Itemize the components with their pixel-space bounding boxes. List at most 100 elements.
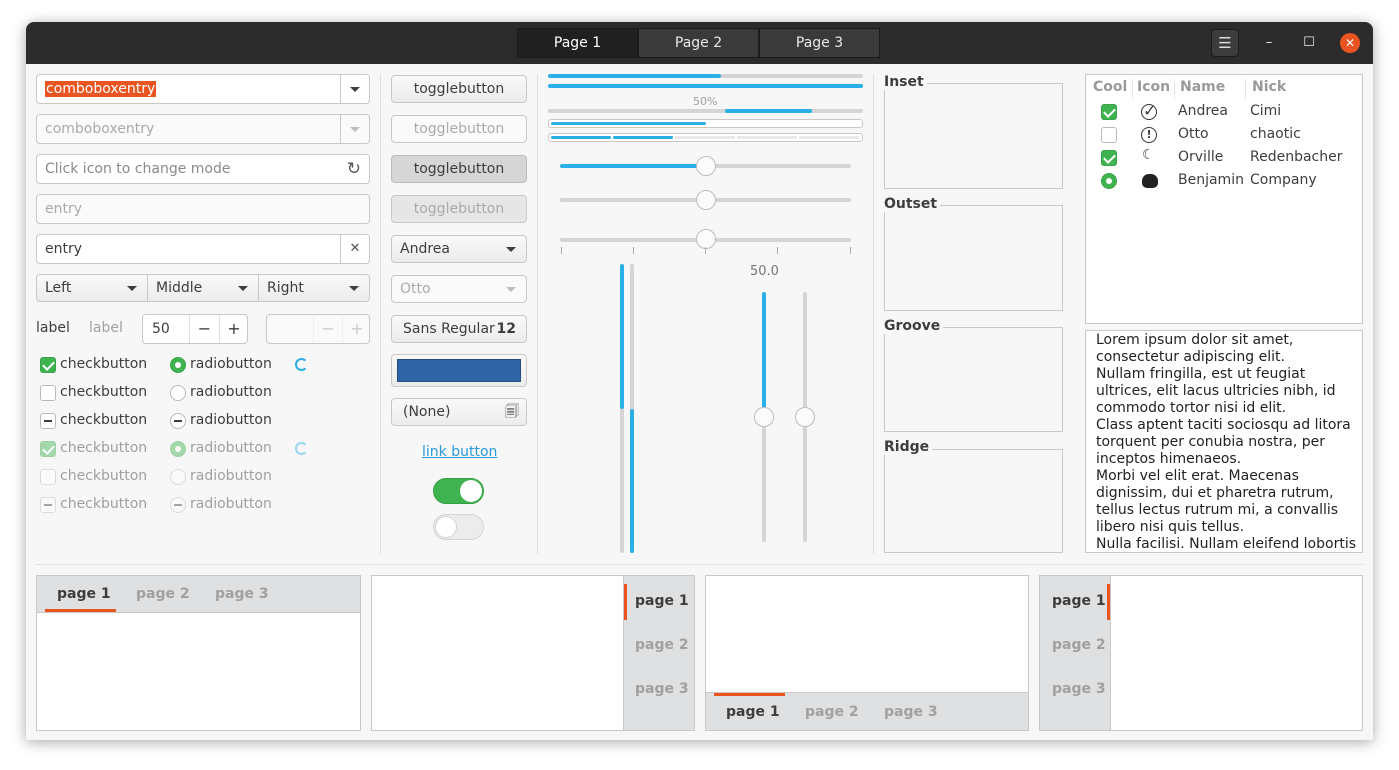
icon-entry-placeholder: Click icon to change mode — [45, 161, 231, 177]
hamburger-menu-icon[interactable]: ☰ — [1211, 29, 1239, 57]
cool-checkbox[interactable] — [1101, 104, 1117, 120]
close-icon[interactable]: ✕ — [1340, 33, 1360, 53]
chevron-down-icon — [238, 286, 248, 291]
cool-checkbox[interactable] — [1101, 127, 1117, 143]
toggle-button[interactable]: togglebutton — [391, 75, 527, 103]
active-tab-indicator — [45, 609, 116, 612]
font-button[interactable]: Sans Regular 12 — [391, 315, 527, 343]
radio-unchecked[interactable] — [170, 385, 186, 401]
vscale-2-handle[interactable] — [795, 407, 815, 427]
frame-inset — [884, 83, 1063, 189]
notebook-tab-page-2[interactable]: page 2 — [1052, 637, 1106, 653]
notebook-tab-strip: page 1 page 2 page 3 — [1040, 576, 1111, 730]
notebook-tab-page-1[interactable]: page 1 — [1052, 593, 1106, 609]
progress-segment-empty — [675, 136, 735, 139]
checkbox-label-disabled: checkbutton — [60, 496, 148, 512]
dropdown-button[interactable] — [340, 75, 369, 103]
header-bar: Page 1 Page 2 Page 3 ☰ – ☐ ✕ — [26, 22, 1373, 64]
notebook-tab-strip: page 1 page 2 page 3 — [706, 692, 1028, 730]
minimize-icon[interactable]: – — [1259, 33, 1279, 53]
color-button[interactable] — [391, 354, 527, 387]
icon-entry[interactable]: Click icon to change mode ↻ — [36, 154, 370, 184]
horizontal-separator — [36, 564, 1363, 565]
radio-inconsistent[interactable] — [170, 413, 186, 429]
hscale-1-handle[interactable] — [695, 156, 716, 176]
segment-left-label: Left — [45, 280, 72, 296]
combobox-entry[interactable]: comboboxentry — [36, 74, 370, 104]
segment-right[interactable]: Right — [258, 274, 370, 302]
column-header-nick[interactable]: Nick — [1252, 79, 1286, 95]
entry-text: entry — [45, 241, 83, 257]
refresh-icon[interactable]: ↻ — [347, 155, 361, 183]
segment-middle[interactable]: Middle — [147, 274, 259, 302]
radio-checked-disabled — [170, 441, 186, 457]
text-line: ultrices, elit lacus ultricies nibh, id — [1096, 383, 1336, 399]
notebook-tab-page-2[interactable]: page 2 — [136, 586, 190, 602]
hscale-2-handle[interactable] — [695, 190, 716, 210]
maximize-icon[interactable]: ☐ — [1299, 33, 1319, 53]
notebook-tab-page-2[interactable]: page 2 — [635, 637, 689, 653]
tick-mark — [561, 247, 562, 254]
vscale-1-fill — [762, 292, 766, 417]
checkbox-inconsistent-disabled — [40, 497, 56, 513]
spin-minus-button[interactable]: − — [189, 315, 219, 343]
frame-ridge-title: Ridge — [884, 439, 933, 455]
text-line: Nullam fringilla, est ut feugiat — [1096, 366, 1306, 382]
notebook-tab-page-2[interactable]: page 2 — [805, 704, 859, 720]
label-disabled: label — [89, 320, 123, 336]
file-chooser-button[interactable]: (None) 🗐 — [391, 398, 527, 426]
checkbox-checked[interactable] — [40, 357, 56, 373]
document-icon: 🗐 — [505, 404, 519, 420]
segment-left[interactable]: Left — [36, 274, 148, 302]
combo-box[interactable]: Andrea — [391, 235, 527, 263]
cool-radio[interactable] — [1101, 173, 1117, 189]
tab-page-2[interactable]: Page 2 — [638, 28, 759, 58]
notebook-tab-page-3[interactable]: page 3 — [884, 704, 938, 720]
text-line: dignissim, dui et pharetra rutrum, — [1096, 485, 1334, 501]
radio-unchecked-disabled — [170, 469, 186, 485]
spin-plus-button[interactable]: + — [219, 315, 248, 343]
notebook-tab-page-1[interactable]: page 1 — [635, 593, 689, 609]
tab-page-3[interactable]: Page 3 — [759, 28, 880, 58]
clear-icon[interactable]: ✕ — [340, 235, 369, 263]
radio-label-disabled: radiobutton — [190, 496, 272, 512]
radio-label-disabled: radiobutton — [190, 440, 272, 456]
combobox-entry-disabled-text: comboboxentry — [45, 121, 155, 137]
toggle-button-active[interactable]: togglebutton — [391, 155, 527, 183]
tree-view[interactable]: Cool Icon Name Nick ✓ Andrea Cimi ! Otto… — [1085, 74, 1363, 324]
cool-checkbox[interactable] — [1101, 150, 1117, 166]
notebook-tabs-bottom: page 1 page 2 page 3 — [705, 575, 1029, 731]
application-window: Page 1 Page 2 Page 3 ☰ – ☐ ✕ comboboxent… — [26, 22, 1373, 740]
link-button[interactable]: link button — [422, 444, 497, 460]
switch-off[interactable] — [433, 514, 484, 540]
vprogress-1 — [620, 264, 624, 553]
notebook-tab-page-1[interactable]: page 1 — [726, 704, 780, 720]
progress-bar-2 — [548, 84, 863, 88]
hscale-1-fill — [560, 164, 706, 168]
frame-groove-title: Groove — [884, 318, 944, 334]
tab-page-1[interactable]: Page 1 — [517, 28, 638, 58]
row-nick: chaotic — [1250, 126, 1301, 142]
column-header-icon[interactable]: Icon — [1137, 79, 1170, 95]
separator — [873, 74, 874, 554]
notebook-tab-page-3[interactable]: page 3 — [1052, 681, 1106, 697]
hscale-3-handle[interactable] — [695, 229, 716, 249]
notebook-tab-page-3[interactable]: page 3 — [215, 586, 269, 602]
entry-with-clear[interactable]: entry ✕ — [36, 234, 370, 264]
notebook-tab-page-3[interactable]: page 3 — [635, 681, 689, 697]
switch-on[interactable] — [433, 478, 484, 504]
text-view[interactable]: Lorem ipsum dolor sit amet, consectetur … — [1085, 330, 1363, 553]
spin-button[interactable]: 50 − + — [142, 314, 248, 344]
progress-bar-3 — [548, 109, 863, 113]
notebook-tab-page-1[interactable]: page 1 — [57, 586, 111, 602]
checkbox-unchecked[interactable] — [40, 385, 56, 401]
checkbox-inconsistent[interactable] — [40, 413, 56, 429]
column-header-cool[interactable]: Cool — [1093, 79, 1127, 95]
vscale-1-handle[interactable] — [754, 407, 774, 427]
radio-checked[interactable] — [170, 357, 186, 373]
frame-groove — [884, 327, 1063, 432]
row-name: Otto — [1178, 126, 1209, 142]
radio-inconsistent-disabled — [170, 497, 186, 513]
column-header-name[interactable]: Name — [1180, 79, 1225, 95]
active-tab-indicator — [1107, 584, 1110, 620]
